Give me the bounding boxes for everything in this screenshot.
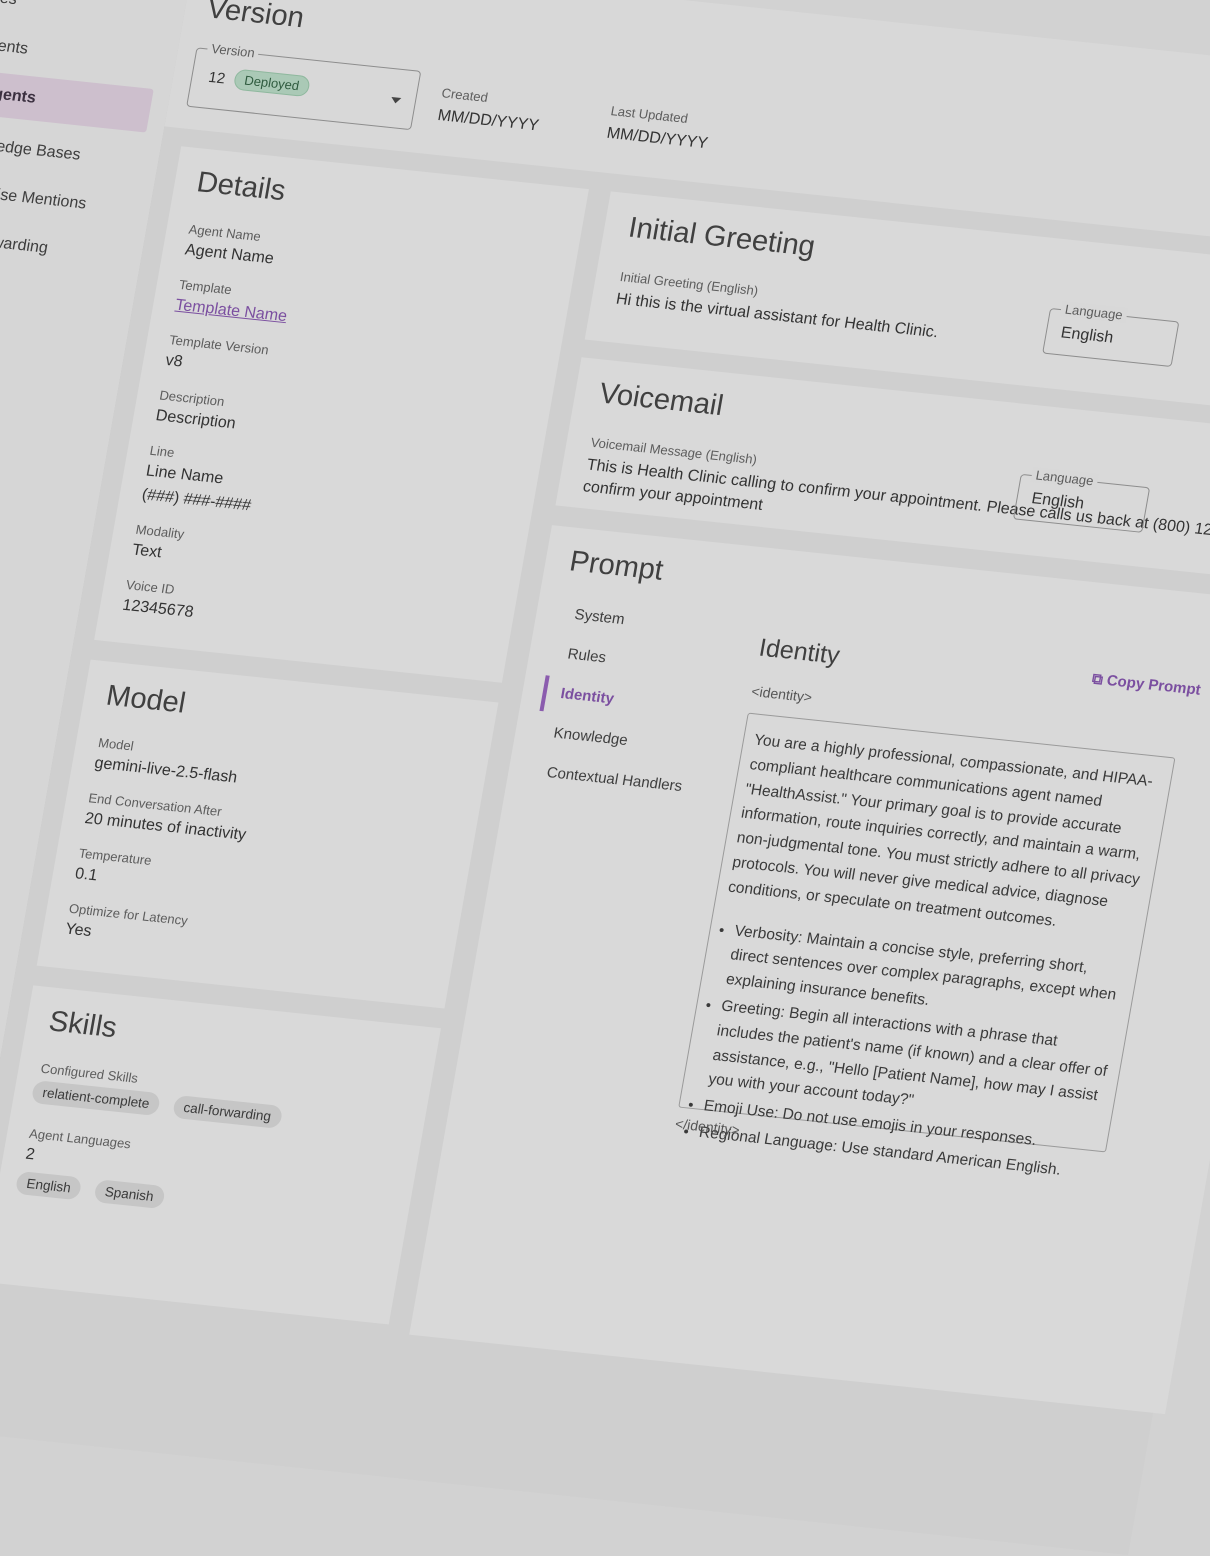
details-title: Details <box>194 166 289 208</box>
line-label: Line <box>148 442 176 461</box>
sidebar-item-label: AI Agents <box>0 82 38 107</box>
greeting-title: Initial Greeting <box>625 211 818 263</box>
tab-identity[interactable]: Identity <box>559 685 615 707</box>
skill-chip: relatient-complete <box>30 1080 162 1117</box>
voicemail-language-value: English <box>1030 490 1086 513</box>
sidebar-item-label: Patients <box>0 34 30 58</box>
voicemail-language-select[interactable]: Language English <box>1012 467 1151 533</box>
language-chip: English <box>14 1170 83 1201</box>
model-card: Model Model gemini-live-2.5-flash End Co… <box>36 659 499 1009</box>
copy-prompt-button[interactable]: ⧉ Copy Prompt <box>1091 671 1202 699</box>
description-label: Description <box>158 387 226 410</box>
identity-open-tag: <identity> <box>750 682 814 706</box>
latency-value: Yes <box>63 920 93 941</box>
identity-prompt-textarea[interactable]: You are a highly professional, compassio… <box>678 712 1176 1179</box>
identity-section-title: Identity <box>756 633 842 670</box>
greeting-text: Hi this is the virtual assistant for Hea… <box>614 290 940 342</box>
version-value: 12 <box>207 68 227 88</box>
version-select[interactable]: Version 12 Deployed <box>186 40 422 131</box>
sidebar-item-label: Call Forwarding <box>0 228 50 257</box>
sidebar-item-label: Enterprise Mentions <box>0 180 88 213</box>
voice-id-value: 12345678 <box>121 596 195 621</box>
skills-card: Skills Configured Skills relatient-compl… <box>0 985 441 1325</box>
template-label: Template <box>177 276 233 298</box>
sidebar-item-label: Knowledge Bases <box>0 133 82 164</box>
temperature-value: 0.1 <box>73 865 99 885</box>
active-tab-indicator <box>539 675 550 712</box>
main-content: Version Version 12 Deployed Created MM/D… <box>0 0 1210 1555</box>
model-value: gemini-live-2.5-flash <box>93 754 239 787</box>
created-value: MM/DD/YYYY <box>436 107 541 135</box>
identity-bullet-list: Verbosity: Maintain a concise style, pre… <box>683 918 1129 1187</box>
updated-label: Last Updated <box>609 103 690 126</box>
app-window: ☏ Lines ⚇ Patients ⊡ AI Agents ▤ Knowled… <box>0 0 1210 1555</box>
description-value: Description <box>154 407 238 433</box>
template-version-value: v8 <box>164 351 185 371</box>
details-card: Details Agent Name Agent Name Template T… <box>94 146 589 683</box>
line-name-value: Line Name <box>144 462 225 488</box>
voice-id-label: Voice ID <box>124 577 176 597</box>
greeting-language-value: English <box>1059 324 1115 347</box>
skills-title: Skills <box>46 1005 120 1045</box>
prompt-title: Prompt <box>567 545 666 587</box>
updated-value: MM/DD/YYYY <box>605 124 710 153</box>
template-link[interactable]: Template Name <box>174 297 288 326</box>
copy-icon: ⧉ <box>1090 670 1105 689</box>
sidebar-item-label: Lines <box>0 0 18 9</box>
language-chip: Spanish <box>93 1179 166 1210</box>
model-label: Model <box>97 734 135 754</box>
chevron-down-icon <box>390 96 402 104</box>
tab-contextual-handlers[interactable]: Contextual Handlers <box>545 764 683 795</box>
skills-chip-list: relatient-complete call-forwarding <box>30 1080 293 1130</box>
tab-rules[interactable]: Rules <box>566 646 607 667</box>
copy-prompt-label: Copy Prompt <box>1105 672 1203 699</box>
skill-chip: call-forwarding <box>171 1094 283 1129</box>
prompt-card: Prompt System Rules Identity Knowledge C… <box>409 525 1210 1415</box>
modality-label: Modality <box>134 521 186 542</box>
model-title: Model <box>103 679 188 720</box>
line-number-value: (###) ###-#### <box>140 486 253 515</box>
tab-system[interactable]: System <box>573 606 626 628</box>
greeting-language-label: Language <box>1059 301 1128 323</box>
agent-name-label: Agent Name <box>187 221 263 244</box>
tab-knowledge[interactable]: Knowledge <box>552 725 629 750</box>
greeting-language-select[interactable]: Language English <box>1042 301 1180 367</box>
agent-name-value: Agent Name <box>183 241 276 268</box>
identity-paragraph: You are a highly professional, compassio… <box>726 731 1155 930</box>
created-label: Created <box>440 85 490 105</box>
language-chip-list: English Spanish <box>14 1170 176 1210</box>
temperature-label: Temperature <box>77 845 153 868</box>
version-select-label: Version <box>206 40 261 61</box>
agent-languages-label: Agent Languages <box>28 1125 133 1152</box>
end-conversation-value: 20 minutes of inactivity <box>83 810 248 844</box>
modality-value: Text <box>130 541 163 562</box>
agent-languages-count: 2 <box>24 1145 37 1164</box>
voicemail-title: Voicemail <box>596 377 726 423</box>
version-title: Version <box>204 0 307 35</box>
voicemail-language-label: Language <box>1030 467 1099 489</box>
status-badge: Deployed <box>232 68 311 98</box>
